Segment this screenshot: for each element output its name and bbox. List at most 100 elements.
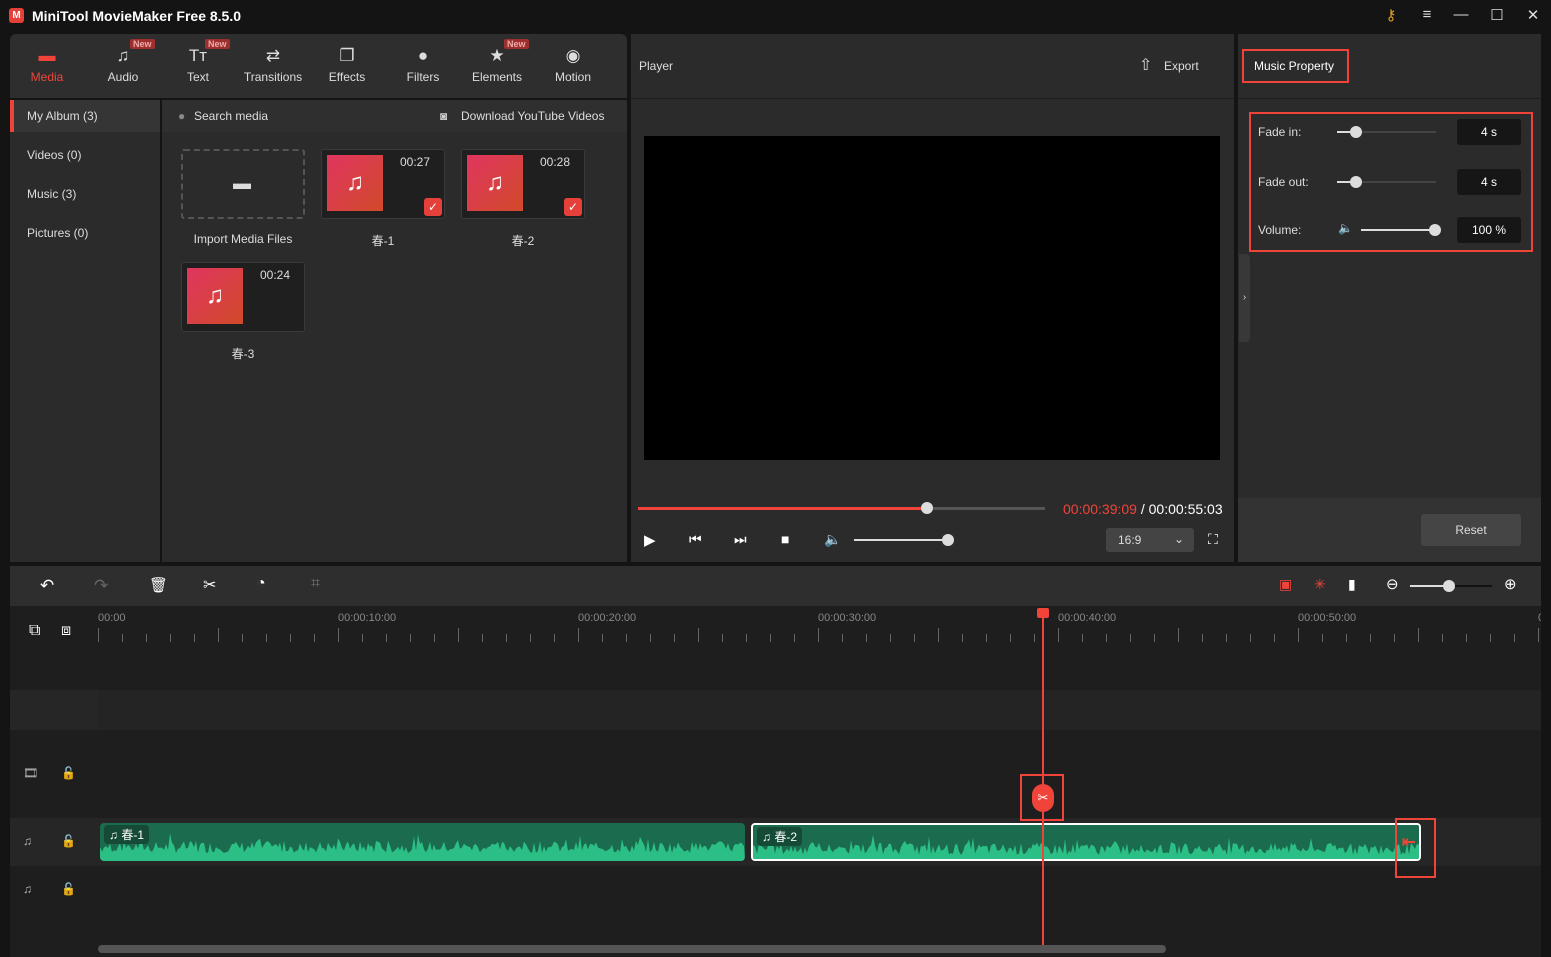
sidebar-item-music[interactable]: Music (3) <box>10 178 160 210</box>
split-icon[interactable]: ✂ <box>203 575 216 595</box>
volume-slider[interactable] <box>1361 224 1441 236</box>
import-media-button[interactable]: ▬ <box>181 149 305 219</box>
ruler-tick <box>1154 634 1155 642</box>
tab-elements[interactable]: ★ Elements New <box>462 39 532 84</box>
reset-button[interactable]: Reset <box>1421 514 1521 546</box>
tab-music-property[interactable]: Music Property <box>1254 59 1334 73</box>
export-icon: ⇧ <box>1139 57 1153 74</box>
tab-audio[interactable]: ♫ Audio New <box>88 39 158 84</box>
split-at-playhead-button[interactable]: ✂ <box>1032 784 1054 812</box>
clip-name: 春-1 <box>121 828 145 842</box>
tab-effects[interactable]: ❐ Effects <box>312 44 382 84</box>
ruler-tick <box>770 634 771 642</box>
ruler-tick <box>1394 634 1395 642</box>
audio-clip[interactable]: ♫ 春-1 <box>100 823 745 861</box>
sidebar-item-videos[interactable]: Videos (0) <box>10 139 160 171</box>
tab-filters[interactable]: ● Filters <box>388 44 458 84</box>
fade-out-value[interactable]: 4 s <box>1457 169 1521 195</box>
redo-icon[interactable]: ↷ <box>94 576 108 596</box>
timeline-ruler[interactable]: 00:00 00:00:10:00 00:00:20:00 00:00:30:00 00… <box>98 608 1541 648</box>
remove-track-icon[interactable]: ⧈ <box>61 622 71 640</box>
export-button[interactable]: Export <box>1164 59 1199 73</box>
lock-icon[interactable]: 🔓 <box>61 766 76 780</box>
player-volume-slider[interactable] <box>854 534 954 546</box>
ruler-tick <box>746 634 747 642</box>
ruler-label: 00:01:00 <box>1538 612 1541 624</box>
lock-icon[interactable]: 🔓 <box>61 834 76 848</box>
checkmark-icon[interactable]: ✓ <box>564 198 582 216</box>
close-icon[interactable]: ✕ <box>1522 6 1544 26</box>
speed-icon[interactable]: ◔ <box>256 575 266 593</box>
ruler-tick <box>1202 634 1203 642</box>
ruler-label: 00:00:50:00 <box>1298 612 1357 624</box>
stop-icon[interactable]: ■ <box>781 531 789 547</box>
maximize-icon[interactable]: ☐ <box>1486 6 1508 26</box>
ruler-tick <box>890 634 891 642</box>
ruler-tick <box>1178 628 1179 642</box>
play-icon[interactable]: ▶ <box>644 531 656 549</box>
download-youtube-link[interactable]: Download YouTube Videos <box>461 109 604 123</box>
media-item[interactable]: ♫ 00:24 <box>181 262 305 332</box>
ruler-tick <box>578 628 579 642</box>
volume-icon[interactable]: 🔈 <box>824 531 841 548</box>
ruler-tick <box>1082 634 1083 642</box>
motion-icon: ◉ <box>565 46 581 65</box>
tab-text[interactable]: Tт Text New <box>163 39 233 84</box>
ruler-tick <box>962 634 963 642</box>
media-item[interactable]: ♫ 00:28 ✓ <box>461 149 585 219</box>
delete-icon[interactable]: 🗑 <box>149 576 168 594</box>
music-track-icon: ♫ <box>23 882 32 896</box>
fade-in-value[interactable]: 4 s <box>1457 119 1521 145</box>
audio-clip-selected[interactable]: ♫ 春-2 <box>751 823 1421 861</box>
lock-icon[interactable]: 🔓 <box>61 882 76 896</box>
media-item[interactable]: ♫ 00:27 ✓ <box>321 149 445 219</box>
app-logo: M <box>9 8 24 23</box>
fullscreen-icon[interactable]: ⛶ <box>1208 531 1218 548</box>
ruler-tick <box>986 634 987 642</box>
tab-transitions[interactable]: ⇄ Transitions <box>238 44 308 84</box>
player-progress-bar[interactable] <box>638 502 1045 514</box>
tab-label: Media <box>30 70 64 84</box>
undo-icon[interactable]: ↶ <box>40 576 54 596</box>
search-input[interactable]: Search media <box>194 109 268 123</box>
fade-out-slider[interactable] <box>1337 176 1436 188</box>
tab-media[interactable]: ▬ Media <box>12 44 82 84</box>
menu-icon[interactable]: ≡ <box>1416 6 1438 26</box>
ruler-tick <box>362 634 363 642</box>
crop-icon[interactable]: ⌗ <box>311 575 320 593</box>
ruler-tick <box>1250 634 1251 642</box>
add-track-icon[interactable]: ⧉ <box>29 622 40 640</box>
ruler-tick <box>626 634 627 642</box>
album-sidebar: My Album (3) Videos (0) Music (3) Pictur… <box>10 100 160 562</box>
ruler-tick <box>1298 628 1299 642</box>
volume-label: Volume: <box>1258 223 1302 237</box>
minimize-icon[interactable]: — <box>1450 6 1472 26</box>
search-icon: ● <box>178 109 186 123</box>
checkmark-icon[interactable]: ✓ <box>424 198 442 216</box>
ruler-tick <box>1490 634 1491 642</box>
split-marker-icon[interactable]: ✳ <box>1314 576 1326 593</box>
fade-in-slider[interactable] <box>1337 126 1436 138</box>
next-frame-icon[interactable]: ⏭ <box>734 531 747 548</box>
collapse-panel-button[interactable]: › <box>1239 254 1250 342</box>
sidebar-item-pictures[interactable]: Pictures (0) <box>10 217 160 249</box>
ruler-tick <box>722 634 723 642</box>
volume-value[interactable]: 100 % <box>1457 217 1521 243</box>
previous-frame-icon[interactable]: ⏮ <box>689 531 702 548</box>
timeline-zoom-slider[interactable] <box>1410 580 1492 592</box>
zoom-out-icon[interactable]: ⊖ <box>1386 575 1399 593</box>
aspect-ratio-dropdown[interactable]: 16:9 ⌄ <box>1106 528 1194 552</box>
key-icon[interactable]: ⚷ <box>1380 6 1402 26</box>
import-media-label: Import Media Files <box>193 232 293 246</box>
snap-icon[interactable]: ▣ <box>1279 576 1292 593</box>
audio-waveform-icon[interactable]: ▮ <box>1348 576 1356 593</box>
youtube-download-icon: ◙ <box>440 109 448 123</box>
ruler-tick <box>506 634 507 642</box>
tab-motion[interactable]: ◉ Motion <box>538 44 608 84</box>
sidebar-item-my-album[interactable]: My Album (3) <box>10 100 160 132</box>
media-name: 春-2 <box>511 234 535 248</box>
ruler-tick <box>1538 628 1539 642</box>
timeline-scrollbar[interactable] <box>98 945 1541 953</box>
playhead-handle[interactable] <box>1037 608 1049 618</box>
zoom-in-icon[interactable]: ⊕ <box>1504 575 1517 593</box>
